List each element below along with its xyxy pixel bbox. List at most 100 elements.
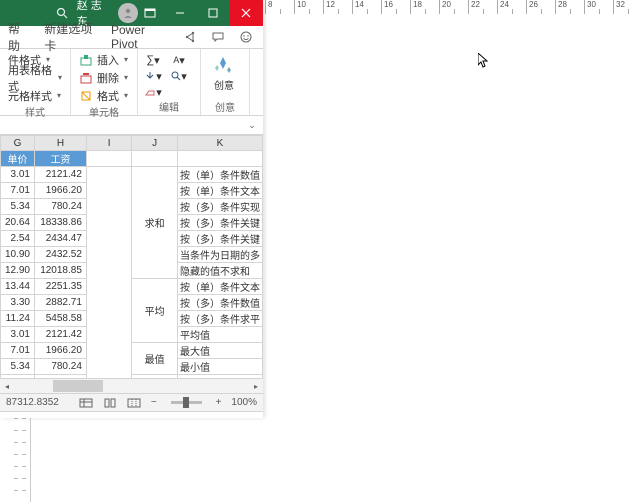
tab-powerpivot[interactable]: Power Pivot [111, 23, 165, 51]
expand-formula-bar-icon[interactable]: ⌄ [245, 118, 259, 132]
page-break-view-button[interactable] [127, 396, 141, 410]
cell[interactable]: 18338.86 [34, 375, 86, 380]
close-button[interactable] [230, 0, 263, 26]
chevron-down-icon: ▾ [57, 91, 61, 100]
category-cell[interactable]: 最值 [132, 343, 178, 375]
normal-view-button[interactable] [79, 396, 93, 410]
zoom-in-button[interactable]: + [216, 397, 222, 408]
table-format-button[interactable]: 用表格格式▾ [6, 69, 64, 86]
cell[interactable]: 780.24 [34, 359, 86, 375]
header-cell[interactable] [86, 151, 131, 167]
cell[interactable]: 隐藏的值不求和 [177, 263, 262, 279]
chevron-down-icon: ▾ [124, 55, 128, 64]
autosum-button[interactable]: ∑▾ [144, 53, 162, 67]
worksheet-grid[interactable]: GHIJK 单价工资3.012121.42求和按（单）条件数值7.011966.… [0, 135, 263, 379]
cell[interactable]: 12018.85 [34, 263, 86, 279]
cell[interactable]: 按（单）条件文本 [177, 183, 262, 199]
smiley-icon[interactable] [237, 28, 255, 46]
cell[interactable]: 按（单）条件文本 [177, 279, 262, 295]
cell[interactable]: 2.54 [1, 231, 35, 247]
header-cell[interactable]: 工资 [34, 151, 86, 167]
header-cell[interactable] [132, 151, 178, 167]
cell[interactable]: 2121.42 [34, 167, 86, 183]
header-cell[interactable] [177, 151, 262, 167]
ruler-segment: 24 [497, 0, 526, 14]
sort-button[interactable]: A▾ [170, 53, 188, 67]
zoom-out-button[interactable]: − [151, 397, 157, 408]
ruler-segment: 12 [323, 0, 352, 14]
cell[interactable]: 2434.47 [34, 231, 86, 247]
cell[interactable]: 7.01 [1, 343, 35, 359]
cell[interactable] [86, 167, 131, 380]
delete-button[interactable]: 删除▾ [77, 69, 131, 86]
cell[interactable]: 2432.52 [34, 247, 86, 263]
cell[interactable]: 3.01 [1, 167, 35, 183]
cell[interactable]: 按（多）条件数值 [177, 295, 262, 311]
cell[interactable]: 780.24 [34, 199, 86, 215]
cell[interactable]: 平均值 [177, 327, 262, 343]
cell[interactable]: 区间计数 [177, 375, 262, 380]
ideas-button[interactable]: 创意 [207, 51, 241, 92]
formula-bar[interactable]: ⌄ [0, 116, 263, 135]
zoom-level[interactable]: 100% [231, 397, 257, 408]
cell[interactable]: 最小值 [177, 359, 262, 375]
cell[interactable]: 按（单）条件数值 [177, 167, 262, 183]
page-layout-view-button[interactable] [103, 396, 117, 410]
maximize-button[interactable] [196, 0, 229, 26]
scroll-left-icon[interactable]: ◂ [0, 379, 14, 393]
ruler-segment: 18 [410, 0, 439, 14]
cell[interactable]: 最大值 [177, 343, 262, 359]
cell[interactable]: 3.01 [1, 327, 35, 343]
cell[interactable]: 10.90 [1, 247, 35, 263]
cell[interactable]: 2121.42 [34, 327, 86, 343]
column-headers[interactable]: GHIJK [1, 136, 263, 151]
cell[interactable]: 1966.20 [34, 183, 86, 199]
ruler-segment: 28 [555, 0, 584, 14]
cell[interactable]: 当条件为日期的多 [177, 247, 262, 263]
scroll-right-icon[interactable]: ▸ [249, 379, 263, 393]
horizontal-scrollbar[interactable]: ◂ ▸ [0, 379, 263, 394]
fill-button[interactable]: ▾ [144, 69, 162, 83]
cell[interactable]: 11.24 [1, 311, 35, 327]
document-canvas[interactable] [265, 14, 639, 502]
cell[interactable]: 按（多）条件实现 [177, 199, 262, 215]
search-icon[interactable] [55, 6, 69, 20]
ruler-segment: 22 [468, 0, 497, 14]
chevron-down-icon: ▾ [124, 91, 128, 100]
zoom-slider[interactable] [171, 401, 202, 404]
scroll-thumb[interactable] [53, 380, 103, 392]
cell[interactable]: 3.30 [1, 295, 35, 311]
cell[interactable]: 5458.58 [34, 311, 86, 327]
share-icon[interactable] [181, 28, 199, 46]
cell[interactable]: 12.90 [1, 263, 35, 279]
cell[interactable]: 5.34 [1, 199, 35, 215]
cell[interactable]: 20.64 [1, 215, 35, 231]
comments-icon[interactable] [209, 28, 227, 46]
cell[interactable]: 2882.71 [34, 295, 86, 311]
format-button[interactable]: 格式▾ [77, 87, 131, 104]
cell[interactable]: 5.34 [1, 359, 35, 375]
cell[interactable]: 18338.86 [34, 215, 86, 231]
ruler-segment: 10 [294, 0, 323, 14]
delete-icon [79, 71, 93, 85]
cell-style-button[interactable]: 元格样式▾ [6, 87, 64, 104]
category-cell[interactable]: 平均 [132, 279, 178, 343]
minimize-button[interactable] [163, 0, 196, 26]
insert-button[interactable]: 插入▾ [77, 51, 131, 68]
cell[interactable]: 按（多）条件关键 [177, 215, 262, 231]
vertical-ruler [0, 418, 31, 502]
cell[interactable]: 按（多）条件关键 [177, 231, 262, 247]
cell[interactable]: 按（多）条件求平 [177, 311, 262, 327]
cell[interactable]: 2251.35 [34, 279, 86, 295]
cell[interactable]: 7.01 [1, 183, 35, 199]
cell[interactable]: 20.64 [1, 375, 35, 380]
clear-button[interactable]: ▾ [144, 85, 162, 99]
cell[interactable]: 13.44 [1, 279, 35, 295]
find-button[interactable]: ▾ [170, 69, 188, 83]
category-cell[interactable]: 求和 [132, 167, 178, 279]
header-cell[interactable]: 单价 [1, 151, 35, 167]
cell[interactable]: 1966.20 [34, 343, 86, 359]
category-cell[interactable] [132, 375, 178, 380]
status-bar: 87312.8352 − + 100% [0, 394, 263, 412]
user-avatar-icon[interactable] [118, 3, 138, 23]
